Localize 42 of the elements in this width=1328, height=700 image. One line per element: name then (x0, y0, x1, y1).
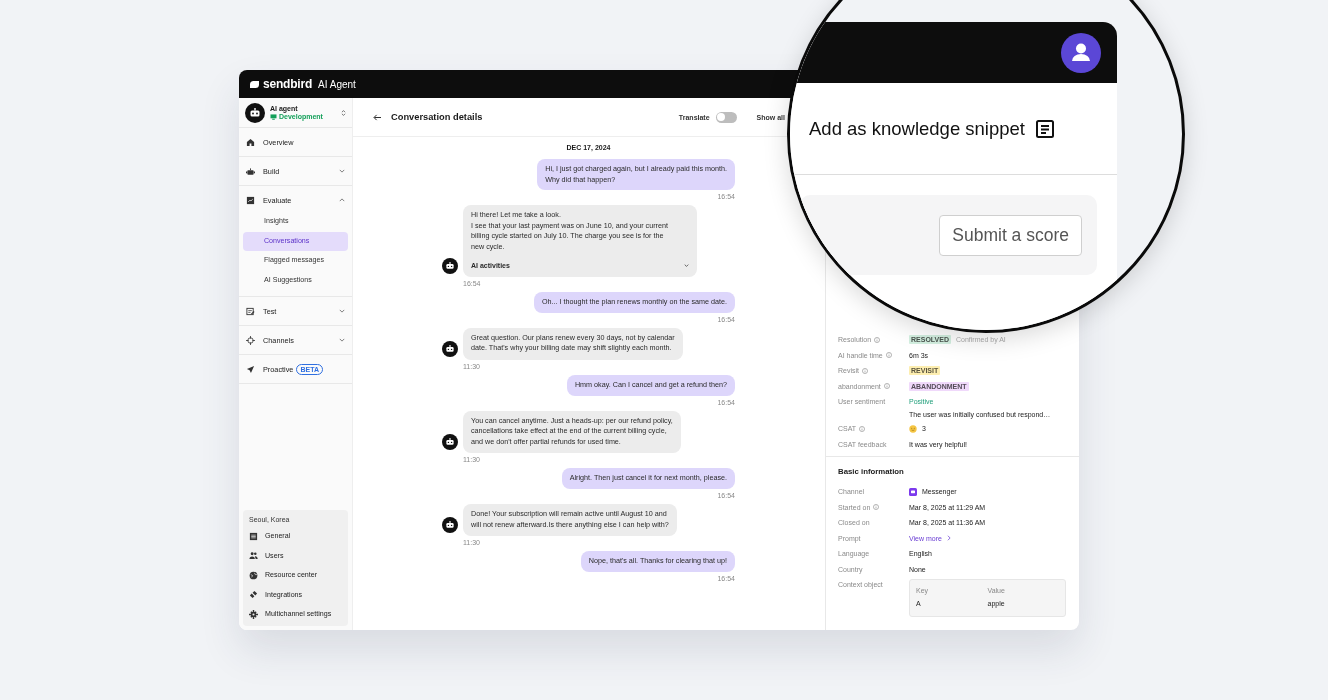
crosshair-icon (246, 335, 255, 345)
robot-icon (246, 166, 255, 176)
chevron-icon (946, 535, 951, 541)
submit-score-button[interactable]: Submit a score (939, 214, 1082, 256)
checklist-icon (246, 306, 255, 316)
logo-icon (249, 79, 260, 89)
paper-plane-icon (246, 364, 255, 374)
chevron-icon[interactable] (339, 309, 345, 313)
gear-icon (249, 609, 258, 619)
chevron-icon[interactable] (339, 198, 345, 202)
translate-toggle[interactable] (715, 111, 737, 123)
plug-icon (249, 590, 258, 600)
add-snippet-action[interactable]: Add as knowledge snippet (809, 117, 1025, 140)
product-name: AI Agent (318, 78, 356, 90)
document-icon (249, 531, 258, 541)
chevron-icon[interactable] (339, 169, 345, 173)
info-icon[interactable] (885, 352, 892, 358)
users-icon (249, 551, 258, 561)
up-down-chevron-icon[interactable] (341, 108, 346, 117)
chevron-icon (684, 264, 689, 268)
info-icon[interactable] (883, 383, 890, 389)
info-icon[interactable] (862, 367, 868, 374)
bot-avatar-icon (442, 258, 458, 275)
globe-icon (249, 570, 258, 580)
document-icon[interactable] (1035, 118, 1055, 139)
page-title: Conversation details (391, 112, 483, 122)
user-avatar-icon[interactable] (1061, 32, 1101, 73)
brand-name: sendbird (263, 77, 313, 91)
info-icon[interactable] (873, 504, 880, 510)
chevron-icon[interactable] (339, 338, 345, 342)
monitor-icon (270, 114, 277, 120)
chat-bubble-icon (909, 487, 917, 496)
bot-avatar-icon (442, 517, 458, 534)
bot-avatar-icon (442, 340, 458, 357)
info-icon[interactable] (874, 336, 881, 343)
chart-icon (246, 195, 255, 205)
bot-avatar-icon (245, 102, 265, 123)
bot-avatar-icon (442, 434, 458, 451)
smiley-icon (909, 424, 917, 433)
home-icon (246, 137, 255, 147)
info-icon[interactable] (859, 425, 866, 432)
back-arrow-icon[interactable] (373, 113, 382, 121)
